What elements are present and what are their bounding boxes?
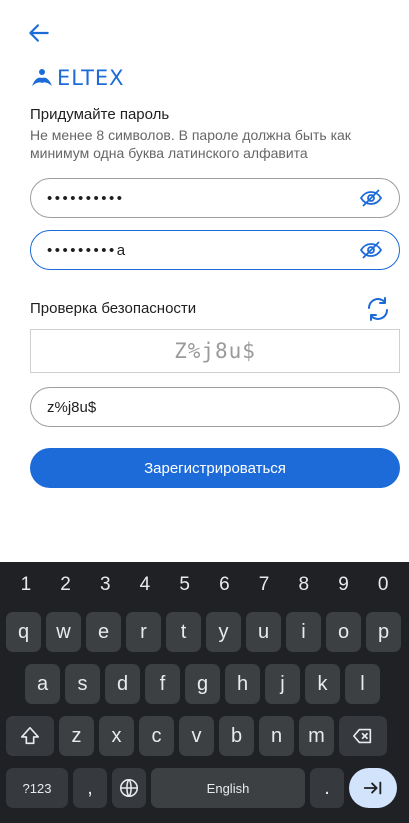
globe-icon bbox=[119, 778, 139, 798]
key-u[interactable]: u bbox=[246, 612, 281, 652]
key-g[interactable]: g bbox=[185, 664, 220, 704]
key-i[interactable]: i bbox=[286, 612, 321, 652]
confirm-password-value: •••••••••a bbox=[47, 241, 128, 259]
key-9[interactable]: 9 bbox=[324, 568, 364, 602]
back-button[interactable] bbox=[26, 20, 52, 46]
key-0[interactable]: 0 bbox=[363, 568, 403, 602]
key-t[interactable]: t bbox=[166, 612, 201, 652]
key-d[interactable]: d bbox=[105, 664, 140, 704]
key-3[interactable]: 3 bbox=[85, 568, 125, 602]
key-4[interactable]: 4 bbox=[125, 568, 165, 602]
period-key[interactable]: . bbox=[310, 768, 344, 808]
key-x[interactable]: x bbox=[99, 716, 134, 756]
captcha-image: Z%j8u$ bbox=[30, 329, 400, 373]
symbols-key[interactable]: ?123 bbox=[6, 768, 68, 808]
comma-key[interactable]: , bbox=[73, 768, 107, 808]
key-1[interactable]: 1 bbox=[6, 568, 46, 602]
shift-key[interactable] bbox=[6, 716, 54, 756]
refresh-captcha-button[interactable] bbox=[364, 295, 392, 323]
key-h[interactable]: h bbox=[225, 664, 260, 704]
shift-icon bbox=[20, 726, 40, 745]
key-k[interactable]: k bbox=[305, 664, 340, 704]
eye-off-icon bbox=[359, 241, 383, 259]
key-b[interactable]: b bbox=[219, 716, 254, 756]
security-check-label: Проверка безопасности bbox=[30, 300, 197, 317]
key-6[interactable]: 6 bbox=[205, 568, 245, 602]
language-key[interactable] bbox=[112, 768, 146, 808]
key-7[interactable]: 7 bbox=[244, 568, 284, 602]
key-c[interactable]: c bbox=[139, 716, 174, 756]
key-z[interactable]: z bbox=[59, 716, 94, 756]
eltex-logo: ELTEX bbox=[30, 66, 125, 90]
key-f[interactable]: f bbox=[145, 664, 180, 704]
key-q[interactable]: q bbox=[6, 612, 41, 652]
key-r[interactable]: r bbox=[126, 612, 161, 652]
tab-next-icon bbox=[363, 781, 382, 795]
confirm-password-field[interactable]: •••••••••a bbox=[30, 230, 400, 270]
key-n[interactable]: n bbox=[259, 716, 294, 756]
next-key[interactable] bbox=[349, 768, 397, 808]
password-field[interactable]: •••••••••• bbox=[30, 178, 400, 218]
key-o[interactable]: o bbox=[326, 612, 361, 652]
keyboard-row-4: ?123 , English . bbox=[6, 768, 397, 808]
logo-text: ELTEX bbox=[57, 66, 125, 90]
refresh-icon bbox=[368, 297, 388, 321]
toggle-confirm-visibility[interactable] bbox=[359, 238, 383, 262]
keyboard-row-2: a s d f g h j k l bbox=[25, 664, 380, 704]
keyboard-row-1: q w e r t y u i o p bbox=[6, 612, 401, 652]
key-2[interactable]: 2 bbox=[46, 568, 86, 602]
key-s[interactable]: s bbox=[65, 664, 100, 704]
key-v[interactable]: v bbox=[179, 716, 214, 756]
key-8[interactable]: 8 bbox=[284, 568, 324, 602]
toggle-password-visibility[interactable] bbox=[359, 186, 383, 210]
captcha-input[interactable]: z%j8u$ bbox=[30, 387, 400, 427]
key-m[interactable]: m bbox=[299, 716, 334, 756]
on-screen-keyboard: 1 2 3 4 5 6 7 8 9 0 q w e r t y u i o p … bbox=[0, 562, 409, 823]
key-p[interactable]: p bbox=[366, 612, 401, 652]
password-value: •••••••••• bbox=[47, 189, 125, 207]
key-w[interactable]: w bbox=[46, 612, 81, 652]
key-a[interactable]: a bbox=[25, 664, 60, 704]
eltex-logo-mark-icon bbox=[32, 69, 52, 86]
number-row: 1 2 3 4 5 6 7 8 9 0 bbox=[0, 568, 409, 602]
captcha-text: Z%j8u$ bbox=[174, 339, 256, 363]
registration-screen: ELTEX Придумайте пароль Не менее 8 симво… bbox=[0, 0, 409, 530]
page-title: Придумайте пароль bbox=[30, 106, 170, 123]
backspace-key[interactable] bbox=[339, 716, 387, 756]
keyboard-row-3: z x c v b n m bbox=[6, 716, 387, 756]
password-hint: Не менее 8 символов. В пароле должна быт… bbox=[30, 127, 351, 161]
key-j[interactable]: j bbox=[265, 664, 300, 704]
eye-off-icon bbox=[359, 189, 383, 207]
register-button[interactable]: Зарегистрироваться bbox=[30, 448, 400, 488]
key-l[interactable]: l bbox=[345, 664, 380, 704]
space-key[interactable]: English bbox=[151, 768, 305, 808]
key-y[interactable]: y bbox=[206, 612, 241, 652]
arrow-left-icon bbox=[29, 24, 49, 42]
key-5[interactable]: 5 bbox=[165, 568, 205, 602]
key-e[interactable]: e bbox=[86, 612, 121, 652]
backspace-icon bbox=[353, 728, 372, 744]
